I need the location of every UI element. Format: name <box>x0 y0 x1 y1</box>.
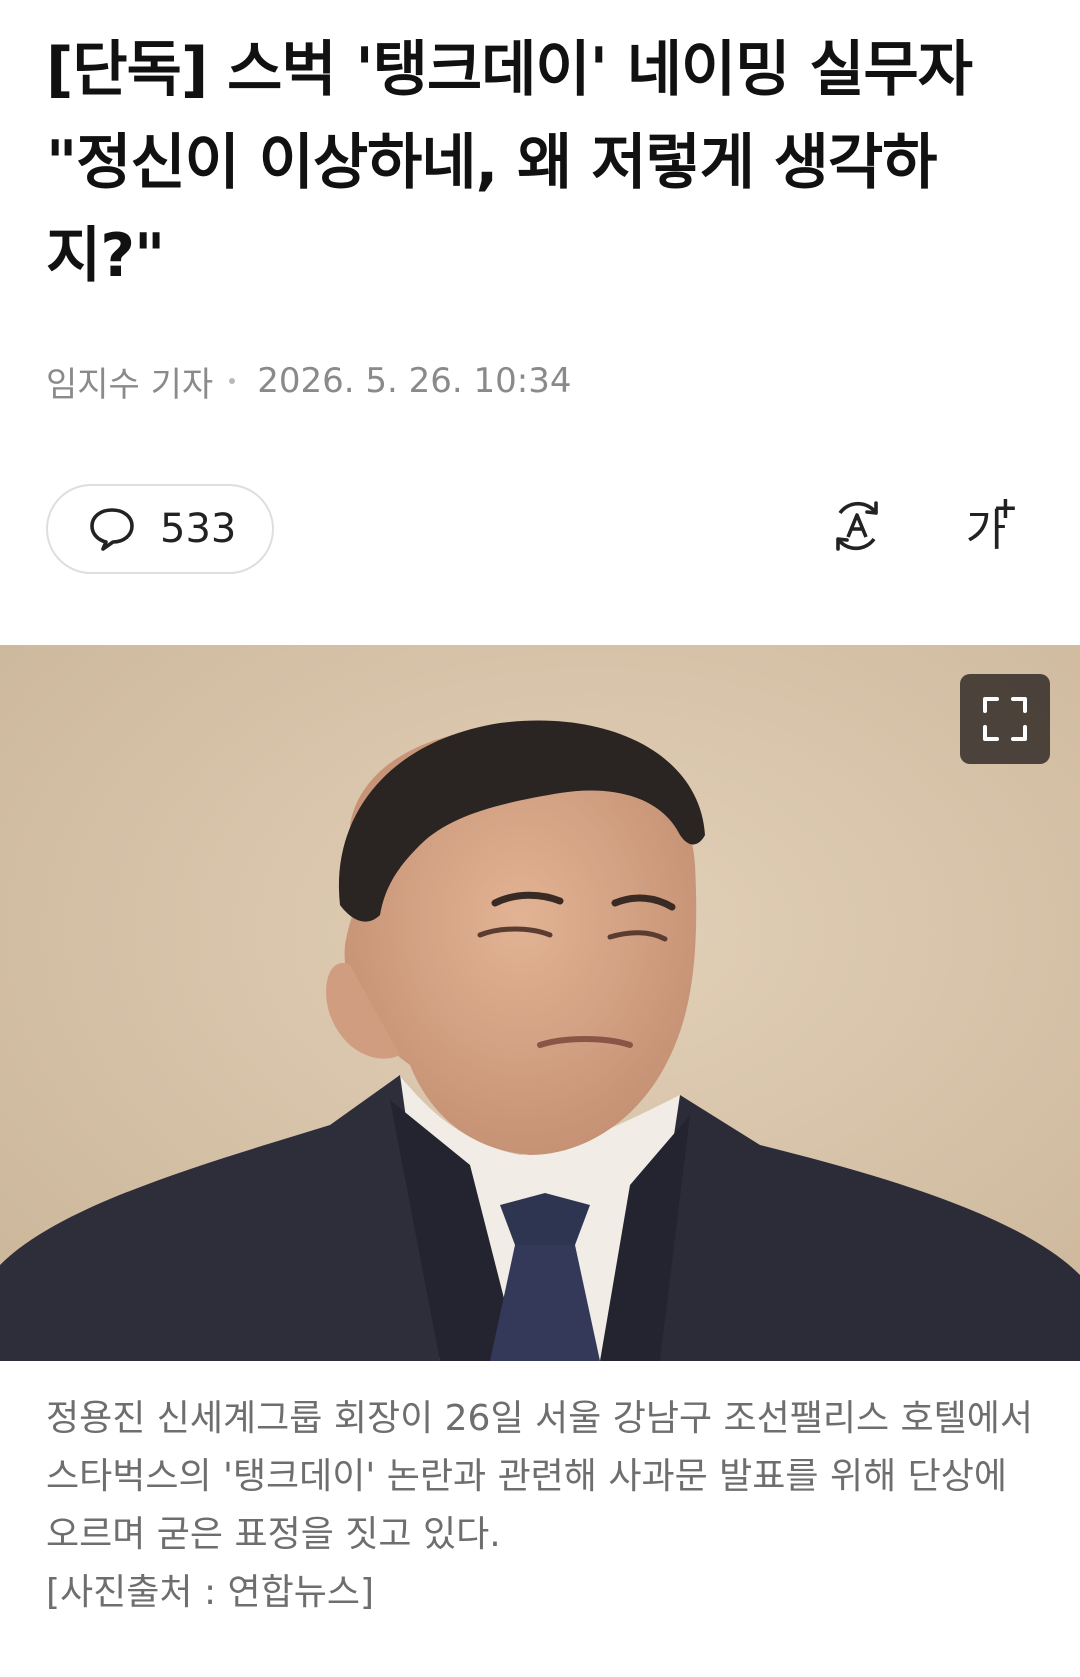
article-meta: 임지수 기자 2026. 5. 26. 10:34 <box>46 352 571 410</box>
photo-caption: 정용진 신세계그룹 회장이 26일 서울 강남구 조선팰리스 호텔에서 스타벅스… <box>46 1390 1046 1622</box>
photo-credit: [사진출처 : 연합뉴스] <box>46 1572 375 1613</box>
meta-separator <box>229 378 236 384</box>
article-headline: [단독] 스벅 '탱크데이' 네이밍 실무자 "정신이 이상하네, 왜 저렇게 … <box>46 35 973 291</box>
translate-button[interactable] <box>826 495 888 557</box>
comment-bubble-icon <box>90 508 134 551</box>
article-photo[interactable] <box>0 645 1080 1361</box>
comment-count: 533 <box>160 506 237 552</box>
font-size-button[interactable]: 가 + <box>950 491 1022 557</box>
expand-photo-button[interactable] <box>960 674 1050 764</box>
translate-icon <box>836 501 878 551</box>
comment-button[interactable]: 533 <box>46 484 274 574</box>
reporter-name: 임지수 기자 <box>46 364 214 405</box>
expand-icon <box>983 697 1027 741</box>
font-size-plus-icon: + <box>992 491 1018 526</box>
publish-datetime: 2026. 5. 26. 10:34 <box>257 361 572 401</box>
news-photo-illustration <box>0 645 1080 1361</box>
photo-caption-text: 정용진 신세계그룹 회장이 26일 서울 강남구 조선팰리스 호텔에서 스타벅스… <box>46 1398 1034 1555</box>
